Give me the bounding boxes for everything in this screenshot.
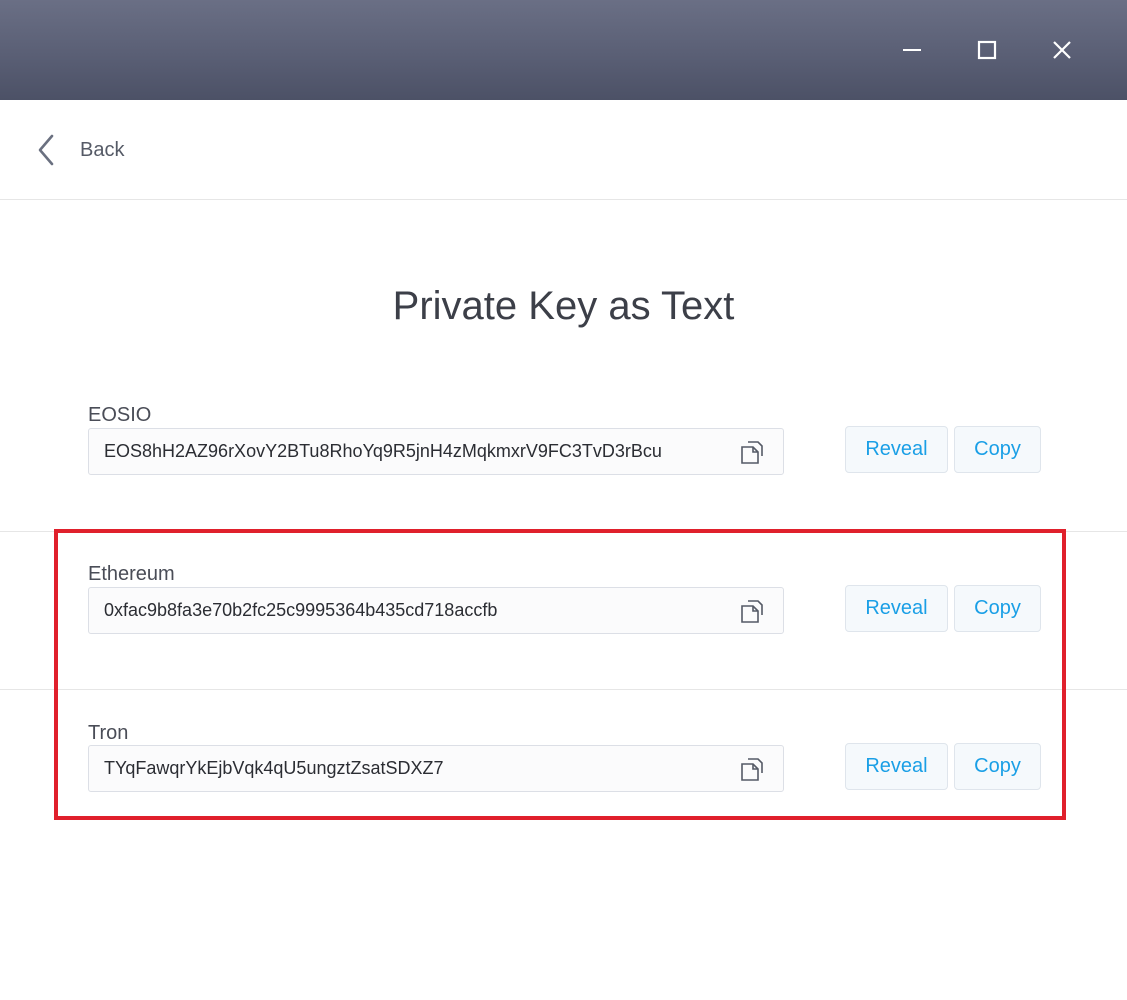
reveal-button[interactable]: Reveal [845, 426, 948, 473]
maximize-button[interactable] [962, 25, 1012, 75]
key-value: TYqFawqrYkEjbVqk4qU5ungztZsatSDXZ7 [104, 758, 444, 778]
key-field[interactable]: EOS8hH2AZ96rXovY2BTu8RhoYq9R5jnH4zMqkmxr… [88, 428, 784, 475]
reveal-button[interactable]: Reveal [845, 585, 948, 632]
copy-button[interactable]: Copy [954, 743, 1041, 790]
key-value: 0xfac9b8fa3e70b2fc25c9995364b435cd718acc… [104, 600, 498, 620]
key-value: EOS8hH2AZ96rXovY2BTu8RhoYq9R5jnH4zMqkmxr… [104, 441, 662, 461]
key-label: Tron [88, 722, 129, 744]
key-field[interactable]: 0xfac9b8fa3e70b2fc25c9995364b435cd718acc… [88, 587, 784, 634]
minimize-icon [903, 49, 921, 51]
key-label: EOSIO [88, 404, 152, 426]
clipboard-copy-icon[interactable] [739, 756, 767, 782]
key-row-eosio: EOSIO EOS8hH2AZ96rXovY2BTu8RhoYq9R5jnH4z… [0, 373, 1127, 531]
chevron-left-icon [38, 134, 54, 166]
close-button[interactable] [1037, 25, 1087, 75]
key-field[interactable]: TYqFawqrYkEjbVqk4qU5ungztZsatSDXZ7 [88, 745, 784, 792]
clipboard-copy-icon[interactable] [739, 598, 767, 624]
key-row-tron: Tron TYqFawqrYkEjbVqk4qU5ungztZsatSDXZ7 … [0, 689, 1127, 848]
close-icon [1053, 41, 1071, 59]
clipboard-copy-icon[interactable] [739, 439, 767, 465]
minimize-button[interactable] [887, 25, 937, 75]
page-title: Private Key as Text [392, 284, 735, 328]
reveal-button[interactable]: Reveal [845, 743, 948, 790]
copy-button[interactable]: Copy [954, 585, 1041, 632]
maximize-icon [977, 40, 997, 60]
back-button[interactable]: Back [30, 128, 124, 172]
key-row-ethereum: Ethereum 0xfac9b8fa3e70b2fc25c9995364b43… [0, 531, 1127, 690]
navigation-bar: Back [0, 100, 1127, 200]
window-titlebar [0, 0, 1127, 100]
key-label: Ethereum [88, 563, 175, 585]
back-label: Back [80, 138, 125, 161]
copy-button[interactable]: Copy [954, 426, 1041, 473]
